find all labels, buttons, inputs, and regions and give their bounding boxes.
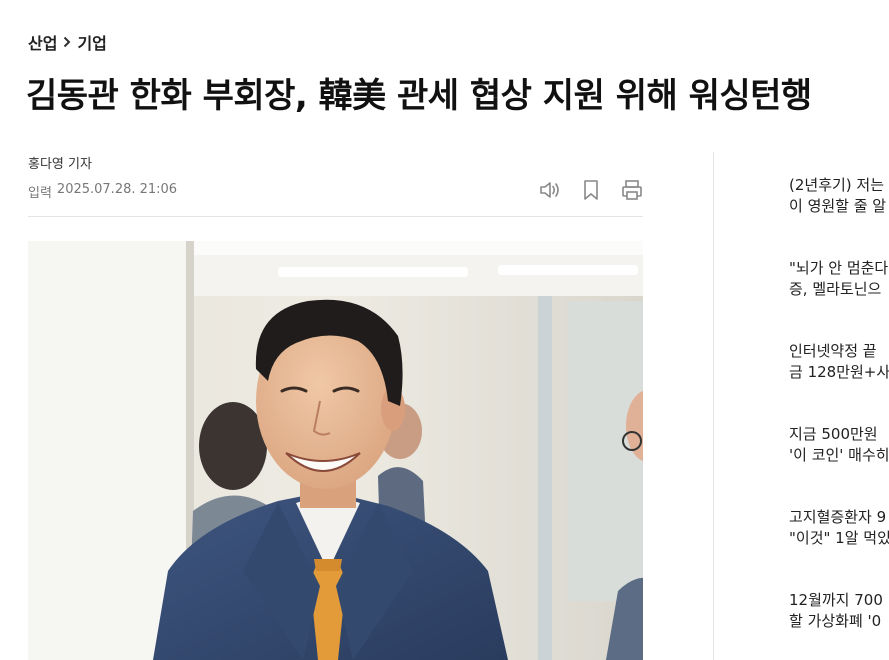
sidebar-link-line: 증, 멜라토닌으 — [789, 280, 882, 298]
sidebar-link-line: '이 코인' 매수히 — [789, 446, 889, 464]
bookmark-icon — [581, 179, 601, 205]
sidebar-divider — [713, 152, 714, 660]
reporter-name[interactable]: 홍다영 기자 — [28, 153, 92, 172]
sidebar-link-line: 고지혈증환자 9 — [789, 508, 887, 526]
bookmark-button[interactable] — [577, 178, 605, 206]
chevron-right-icon — [63, 36, 71, 48]
sidebar-link-5[interactable]: 고지혈증환자 9 "이것" 1알 먹있 — [789, 507, 889, 590]
sidebar-link-line: 12월까지 700 — [789, 591, 883, 609]
listen-button[interactable] — [536, 178, 564, 206]
article-photo — [28, 241, 643, 660]
speaker-icon — [538, 179, 562, 205]
breadcrumb-section-link[interactable]: 산업 — [28, 30, 57, 54]
sidebar-link-line: 인터넷약정 끝 — [789, 342, 877, 360]
sidebar-link-line: 지금 500만원 — [789, 425, 878, 443]
sidebar-link-2[interactable]: "뇌가 안 멈춘다 증, 멜라토닌으 — [789, 258, 889, 341]
sidebar-link-3[interactable]: 인터넷약정 끝 금 128만원+사 — [789, 341, 889, 424]
date-value: 2025.07.28. 21:06 — [56, 182, 178, 197]
sidebar-link-line: 할 가상화폐 '0 — [789, 612, 882, 630]
print-button[interactable] — [618, 178, 646, 206]
article-headline: 김동관 한화 부회장, 韓美 관세 협상 지원 위해 워싱턴행 — [26, 76, 812, 116]
sidebar-link-line: 이 영원할 줄 알 — [789, 197, 887, 215]
sidebar-link-line: "뇌가 안 멈춘다 — [789, 259, 889, 277]
sidebar-link-1[interactable]: (2년후기) 저는 이 영원할 줄 알 — [789, 175, 889, 258]
header-divider — [28, 216, 643, 217]
sidebar-link-4[interactable]: 지금 500만원 '이 코인' 매수히 — [789, 424, 889, 507]
sidebar-ad-list: (2년후기) 저는 이 영원할 줄 알 "뇌가 안 멈춘다 증, 멜라토닌으 인… — [789, 175, 889, 660]
article-tools — [536, 178, 646, 206]
sidebar-link-6[interactable]: 12월까지 700 할 가상화폐 '0 — [789, 590, 889, 660]
sidebar-link-line: "이것" 1알 먹있 — [789, 529, 889, 547]
article-photo-illustration — [28, 241, 643, 660]
print-icon — [620, 179, 644, 205]
sidebar-link-line: 금 128만원+사 — [789, 363, 889, 381]
published-date: 입력 2025.07.28. 21:06 — [28, 182, 177, 201]
sidebar-link-line: (2년후기) 저는 — [789, 176, 885, 194]
article-page: 산업 기업 김동관 한화 부회장, 韓美 관세 협상 지원 위해 워싱턴행 홍다… — [0, 0, 889, 660]
date-label: 입력 — [28, 186, 52, 201]
breadcrumb: 산업 기업 — [28, 30, 107, 54]
breadcrumb-subsection-link[interactable]: 기업 — [77, 30, 106, 54]
